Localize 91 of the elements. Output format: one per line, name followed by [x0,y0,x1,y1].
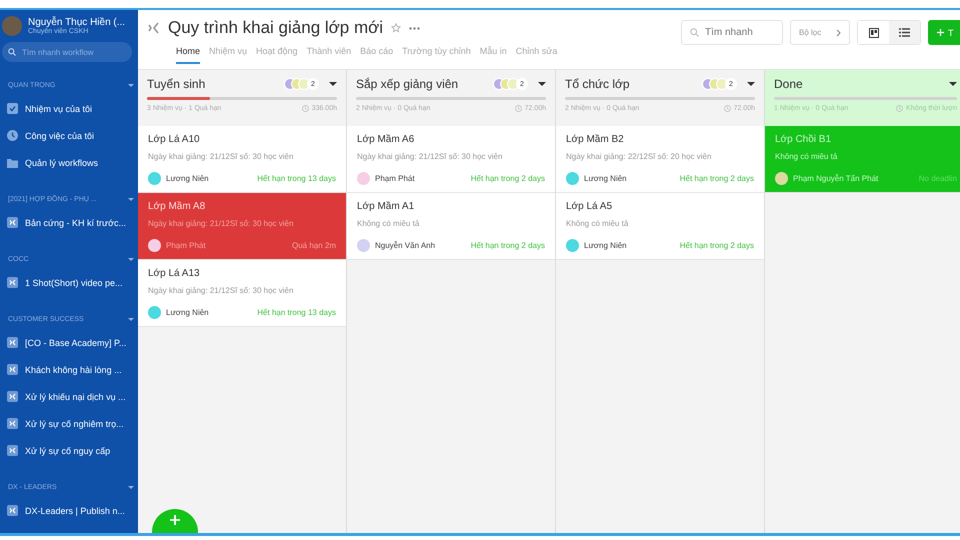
search-icon [690,28,699,37]
card-description: Ngày khai giảng: 21/12Sĩ số: 30 học viên [148,218,294,230]
workflow-icon [7,505,18,516]
caret-icon[interactable] [128,258,134,260]
caret-icon[interactable] [128,198,134,200]
card-description: Không có miêu tả [357,218,420,230]
clock-icon [514,105,522,112]
card-title: Lớp Mầm A8 [148,200,206,214]
assignee-name: Nguyễn Văn Anh [375,240,436,250]
assignee-name: Lương Niên [166,308,210,316]
assignee-name: Phạm Phát [375,174,416,182]
due-status: No deadlin [918,174,957,182]
workflow-icon [7,337,18,348]
workflow-icon[interactable] [148,22,160,34]
column-title: Done [774,77,804,91]
assignee-name: Lương Niên [166,174,210,182]
due-status: Hết hạn trong 2 days [470,174,545,182]
sidebar-item[interactable]: Xử lý sự cố nghiêm trọ... [0,410,138,437]
assignee-name: Phạm Nguyễn Tấn Phát [793,174,880,182]
card-description: Ngày khai giảng: 21/12Sĩ số: 30 học viên [148,151,294,163]
dropdown-caret-icon[interactable] [538,82,546,86]
card-title: Lớp Lá A13 [148,267,201,281]
workflow-icon [7,391,18,402]
dropdown-caret-icon[interactable] [329,82,337,86]
plus-icon [937,29,944,36]
caret-icon[interactable] [128,486,134,488]
dropdown-caret-icon[interactable] [949,82,957,86]
due-status: Hết hạn trong 2 days [680,174,754,182]
workflow-icon [7,445,18,456]
search-field[interactable]: Tìm nhanh [681,20,783,45]
sidebar-item[interactable]: Nhiệm vụ của tôi [0,95,138,122]
task-card[interactable]: Lớp Lá A5 Không có miêu tả Lương Niên Hết hạn trong 2 days [556,193,764,260]
task-card[interactable]: Lớp Mầm A1 Không có miêu tả Nguyễn Văn Anh Hết hạn trong 2 days [347,193,555,260]
folder-icon [7,158,18,168]
due-status: Hết hạn trong 2 days [680,240,754,250]
workflow-icon [7,277,18,288]
workflow-icon [7,364,18,375]
sidebar-item[interactable]: Khách không hài lòng ... [0,356,138,383]
search-icon [8,48,16,56]
workflow-icon [7,217,18,228]
card-title: Lớp Mầm A6 [357,133,416,147]
list-view-icon[interactable] [889,21,920,44]
sidebar-item[interactable]: [CO - Base Academy] P... [0,329,138,356]
sidebar-item[interactable]: Công việc của tôi [0,122,138,149]
due-status: Hết hạn trong 13 days [257,308,336,316]
card-title: Lớp Lá A10 [148,133,201,147]
clock-icon [302,105,309,112]
due-status: Hết hạn trong 2 days [470,240,545,250]
due-status: Quá hạn 2m [292,240,336,250]
task-card[interactable]: Lớp Mầm B2 Ngày khai giảng: 22/12Sĩ số: 20 học viên Lương Niên Hết hạn trong 2 days [556,126,764,193]
task-card[interactable]: Lớp Mầm A8 Ngày khai giảng: 21/12Sĩ số: 30 học viên Phạm Phát Quá hạn 2m [138,193,346,260]
checkbox-icon [7,103,18,114]
card-description: Ngày khai giảng: 21/12Sĩ số: 30 học viên [357,151,504,163]
workflow-icon [7,418,18,429]
card-title: Lớp Lá A5 [566,200,614,214]
caret-icon[interactable] [128,318,134,320]
sidebar-item[interactable]: Bản cứng - KH kí trước... [0,209,138,236]
dropdown-caret-icon[interactable] [747,82,755,86]
assignee-name: Lương Niên [584,240,628,250]
column-title: Tuyển sinh [147,77,206,91]
sidebar-item[interactable]: 1 Shot(Short) video pe... [0,269,138,296]
clock-icon [724,105,731,112]
tab[interactable]: Home [176,46,200,64]
assignee-name: Phạm Phát [166,240,207,250]
sidebar-item[interactable]: Quản lý workflows [0,149,138,176]
card-description: Không có miêu tả [566,218,630,230]
sidebar-item[interactable]: DX-Leaders | Publish n... [0,497,138,524]
assignee-name: Lương Niên [584,174,628,182]
sidebar-item[interactable]: Xử lý sự cố nguy cấp [0,437,138,464]
column-title: Tổ chức lớp [565,77,631,91]
clock-icon [896,105,904,112]
card-title: Lớp Chồi B1 [775,133,832,147]
card-title: Lớp Mầm A1 [357,200,416,214]
more-icon[interactable] [409,26,420,30]
task-card[interactable]: Lớp Lá A13 Ngày khai giảng: 21/12Sĩ số: 30 học viên Lương Niên Hết hạn trong 13 days [138,260,346,327]
card-description: Ngày khai giảng: 22/12Sĩ số: 20 học viên [566,151,712,163]
clock-icon [7,130,18,141]
chevron-right-icon [836,28,841,36]
card-title: Lớp Mầm B2 [566,133,625,147]
card-description: Không có miêu tả [775,151,838,163]
sidebar-item[interactable]: Xử lý khiếu nại dịch vụ ... [0,383,138,410]
due-status: Hết hạn trong 13 days [257,174,336,182]
caret-icon[interactable] [128,84,134,86]
card-description: Ngày khai giảng: 21/12Sĩ số: 30 học viên [148,285,294,297]
plus-icon [170,515,180,525]
column-title: Sắp xếp giảng viên [356,77,460,91]
page-title: Quy trình khai giảng lớp mới [168,18,384,38]
task-card[interactable]: Lớp Lá A10 Ngày khai giảng: 21/12Sĩ số: 30 học viên Lương Niên Hết hạn trong 13 days [138,126,346,193]
user-name: Nguyễn Thục Hiền (... [28,17,126,28]
task-card[interactable]: Lớp Mầm A6 Ngày khai giảng: 21/12Sĩ số: 30 học viên Phạm Phát Hết hạn trong 2 days [347,126,555,193]
star-icon[interactable] [391,23,402,33]
